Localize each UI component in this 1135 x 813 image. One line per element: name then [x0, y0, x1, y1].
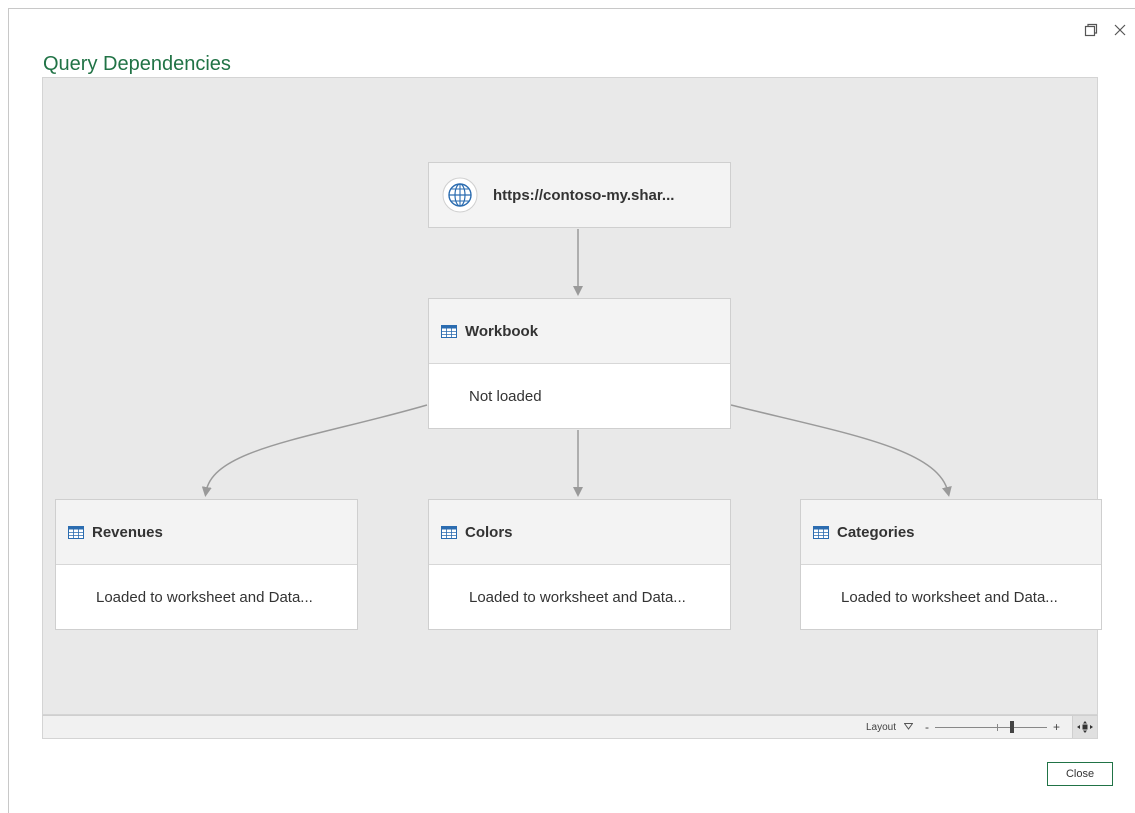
- fit-to-screen-icon[interactable]: [1072, 716, 1097, 738]
- node-source-label: https://contoso-my.shar...: [493, 186, 675, 204]
- layout-label[interactable]: Layout: [866, 722, 896, 733]
- edge-workbook-categories: [730, 404, 952, 497]
- restore-window-icon[interactable]: [1080, 19, 1102, 41]
- zoom-out-button[interactable]: -: [925, 720, 929, 734]
- table-icon: [441, 324, 457, 338]
- node-workbook-status: Not loaded: [469, 387, 542, 405]
- diagram-statusbar: Layout - +: [42, 715, 1098, 739]
- node-revenues-label: Revenues: [92, 523, 163, 541]
- table-icon: [68, 525, 84, 539]
- node-colors-label: Colors: [465, 523, 513, 541]
- zoom-in-button[interactable]: +: [1053, 720, 1060, 734]
- zoom-slider[interactable]: [934, 720, 1047, 734]
- node-colors-status: Loaded to worksheet and Data...: [469, 588, 686, 606]
- node-revenues-status: Loaded to worksheet and Data...: [96, 588, 313, 606]
- node-colors[interactable]: Colors Loaded to worksheet and Data...: [428, 499, 731, 630]
- zoom-slider-thumb[interactable]: [1009, 721, 1014, 733]
- diagram-canvas[interactable]: https://contoso-my.shar... Workbook Not …: [42, 77, 1102, 715]
- node-categories-label: Categories: [837, 523, 915, 541]
- close-button[interactable]: Close: [1047, 762, 1113, 786]
- table-icon: [813, 525, 829, 539]
- layout-controls: Layout - +: [866, 716, 1097, 738]
- node-workbook[interactable]: Workbook Not loaded: [428, 298, 731, 429]
- node-categories-status: Loaded to worksheet and Data...: [841, 588, 1058, 606]
- table-icon: [441, 525, 457, 539]
- node-categories[interactable]: Categories Loaded to worksheet and Data.…: [800, 499, 1102, 630]
- close-x-icon[interactable]: [1109, 19, 1131, 41]
- edge-workbook-revenues: [201, 404, 428, 497]
- node-source-url[interactable]: https://contoso-my.shar...: [428, 162, 731, 228]
- node-revenues[interactable]: Revenues Loaded to worksheet and Data...: [55, 499, 358, 630]
- globe-icon: [441, 176, 479, 214]
- node-workbook-label: Workbook: [465, 322, 539, 340]
- dialog-title: Query Dependencies: [43, 53, 231, 75]
- triangle-down-icon[interactable]: [903, 722, 914, 733]
